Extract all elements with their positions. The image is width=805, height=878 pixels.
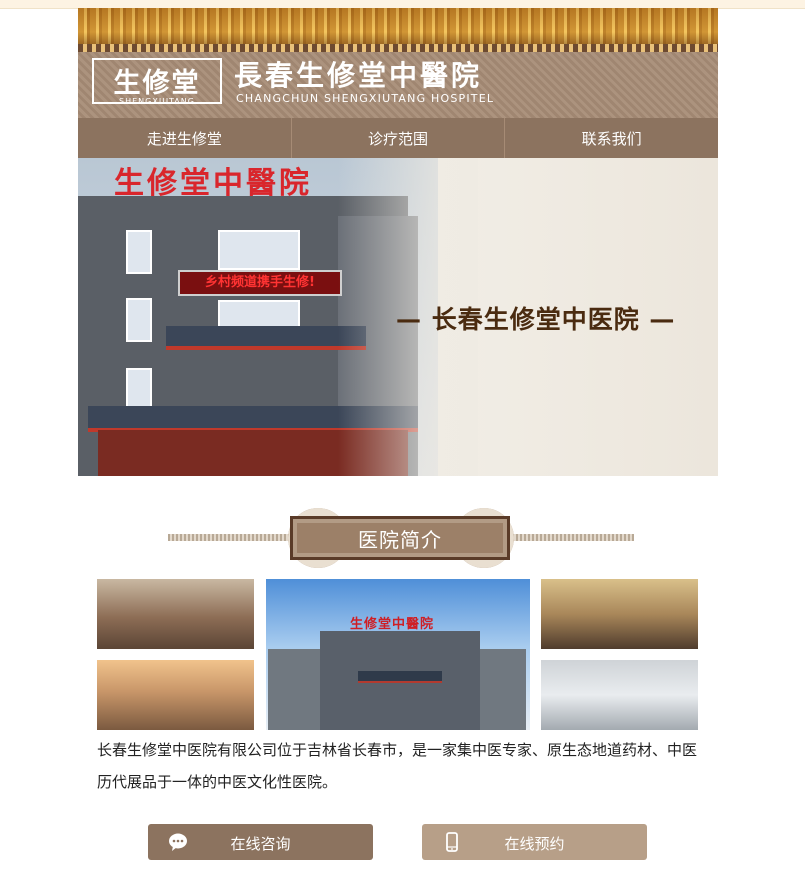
- photo-building-sign: 生修堂中醫院: [350, 617, 435, 632]
- building-wing-left: [268, 649, 328, 730]
- photo-pharmacy: [541, 579, 698, 649]
- intro-text: 长春生修堂中医院有限公司位于吉林省长春市，是一家集中医专家、原生态地道药材、中医…: [97, 741, 698, 791]
- building-roof: [358, 671, 442, 683]
- online-consult-label: 在线咨询: [230, 835, 291, 853]
- photo-hospital-building: 生修堂中醫院: [266, 579, 530, 730]
- online-appointment-label: 在线预约: [504, 835, 565, 853]
- photo-lobby: [97, 660, 254, 730]
- photo-waiting-hall: [97, 579, 254, 649]
- online-appointment-button[interactable]: 在线预约: [422, 824, 647, 860]
- photo-processing-room: [541, 660, 698, 730]
- online-consult-button[interactable]: 在线咨询: [148, 824, 373, 860]
- photo-grid: 生修堂中醫院 长春生修堂中医院有限公司位于吉林省长春市，是一家集中医专家、原生态…: [78, 0, 718, 878]
